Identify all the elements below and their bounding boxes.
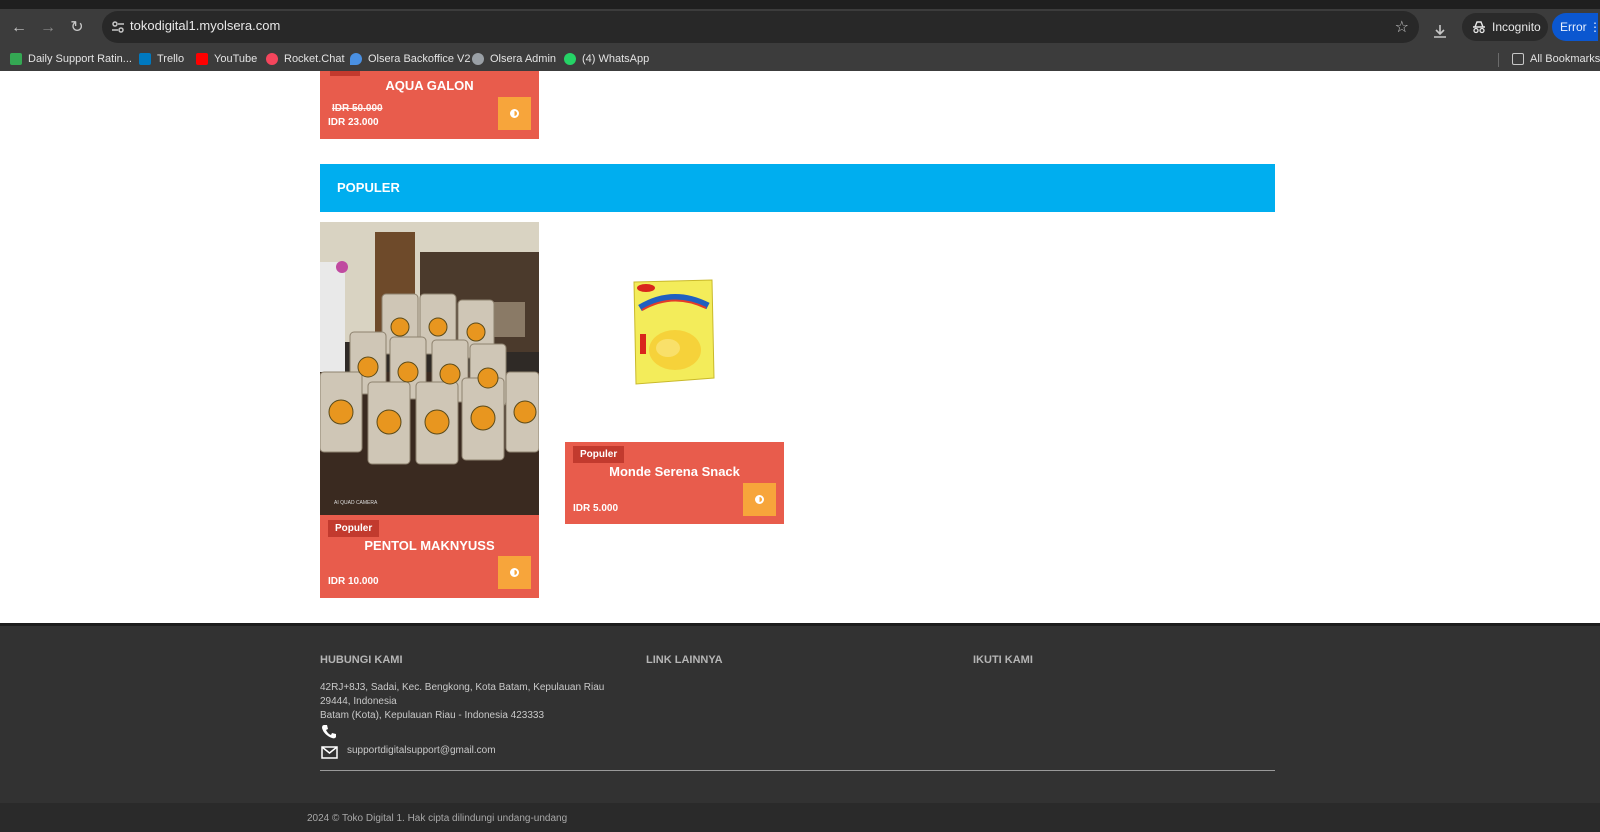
product-price: IDR 10.000 bbox=[328, 576, 379, 587]
product-title[interactable]: AQUA GALON bbox=[320, 78, 539, 93]
product-title[interactable]: PENTOL MAKNYUSS bbox=[320, 538, 539, 553]
product-price: IDR 23.000 bbox=[328, 117, 379, 128]
all-bookmarks[interactable]: All Bookmarks bbox=[1512, 51, 1600, 67]
bookmark-label: All Bookmarks bbox=[1530, 53, 1600, 65]
email-link[interactable]: supportdigitalsupport@gmail.com bbox=[347, 744, 496, 758]
reload-icon[interactable]: ↻ bbox=[68, 19, 86, 37]
cart-icon bbox=[510, 568, 519, 577]
profile-error-button[interactable]: Error ⋮ bbox=[1552, 13, 1600, 41]
address-line-1: 42RJ+8J3, Sadai, Kec. Bengkong, Kota Bat… bbox=[320, 682, 605, 693]
bookmark-label: Trello bbox=[157, 53, 185, 65]
add-to-cart-button[interactable] bbox=[498, 556, 531, 589]
whatsapp-icon bbox=[564, 53, 576, 65]
phone-icon[interactable] bbox=[321, 724, 337, 740]
bookmark-daily-support[interactable]: Daily Support Ratin... bbox=[10, 51, 132, 67]
footer-follow-title: IKUTI KAMI bbox=[973, 654, 1033, 666]
footer-links-title: LINK LAINNYA bbox=[646, 654, 723, 666]
web-page: AQUA GALON IDR 50.000 IDR 23.000 POPULER bbox=[0, 71, 1600, 832]
bookmark-star-icon[interactable]: ☆ bbox=[1395, 17, 1409, 37]
photo-watermark: AI QUAD CAMERA bbox=[334, 500, 378, 506]
address-line-2: 29444, Indonesia bbox=[320, 696, 397, 707]
bookmark-label: Olsera Backoffice V2 bbox=[368, 53, 471, 65]
copyright-bar: 2024 © Toko Digital 1. Hak cipta dilindu… bbox=[0, 803, 1600, 832]
trello-icon bbox=[139, 53, 151, 65]
folder-icon bbox=[1512, 53, 1524, 65]
incognito-indicator[interactable]: Incognito bbox=[1462, 13, 1548, 41]
product-card-pentol[interactable]: Populer PENTOL MAKNYUSS IDR 10.000 bbox=[320, 515, 539, 598]
browser-chrome: ← → ↻ tokodigital1.myolsera.com ☆ Incogn… bbox=[0, 0, 1600, 71]
address-bar[interactable]: tokodigital1.myolsera.com ☆ bbox=[102, 11, 1419, 43]
back-icon[interactable]: ← bbox=[10, 19, 28, 37]
pentol-photo bbox=[320, 222, 539, 515]
url-text[interactable]: tokodigital1.myolsera.com bbox=[130, 18, 280, 33]
bookmark-olsera-admin[interactable]: Olsera Admin bbox=[472, 51, 556, 67]
copyright-text: 2024 © Toko Digital 1. Hak cipta dilindu… bbox=[307, 813, 568, 824]
email-icon bbox=[321, 746, 338, 759]
tab-strip bbox=[0, 0, 1600, 9]
bookmark-label: Rocket.Chat bbox=[284, 53, 345, 65]
browser-toolbar: ← → ↻ tokodigital1.myolsera.com ☆ Incogn… bbox=[0, 9, 1600, 47]
bookmark-trello[interactable]: Trello bbox=[139, 51, 184, 67]
forward-icon[interactable]: → bbox=[39, 19, 57, 37]
download-icon[interactable] bbox=[1432, 23, 1448, 39]
bookmark-label: Olsera Admin bbox=[490, 53, 557, 65]
incognito-icon bbox=[1473, 21, 1485, 34]
bookmarks-bar: Daily Support Ratin... Trello YouTube Ro… bbox=[0, 47, 1600, 71]
bookmark-olsera-backoffice[interactable]: Olsera Backoffice V2 bbox=[350, 51, 471, 67]
bookmark-label: YouTube bbox=[214, 53, 258, 65]
youtube-icon bbox=[196, 53, 208, 65]
footer-divider bbox=[320, 770, 1275, 771]
site-info-icon[interactable] bbox=[110, 19, 126, 35]
cart-icon bbox=[755, 495, 764, 504]
bookmarks-divider bbox=[1498, 53, 1499, 67]
sheets-icon bbox=[10, 53, 22, 65]
product-image-pentol[interactable]: AI QUAD CAMERA bbox=[320, 222, 539, 515]
add-to-cart-button[interactable] bbox=[743, 483, 776, 516]
product-title[interactable]: Monde Serena Snack bbox=[565, 464, 784, 479]
product-image-monde-serena[interactable] bbox=[630, 278, 716, 386]
incognito-label: Incognito bbox=[1492, 20, 1541, 34]
bookmark-label: Daily Support Ratin... bbox=[28, 53, 132, 65]
menu-dots-icon[interactable]: ⋮ bbox=[1589, 13, 1600, 41]
error-label: Error bbox=[1560, 20, 1587, 34]
add-to-cart-button[interactable] bbox=[498, 97, 531, 130]
populer-badge: Populer bbox=[328, 520, 380, 537]
footer-contact-title: HUBUNGI KAMI bbox=[320, 654, 403, 666]
address-line-3: Batam (Kota), Kepulauan Riau - Indonesia… bbox=[320, 710, 545, 721]
section-header-populer: POPULER bbox=[320, 164, 1275, 212]
product-card-aqua-galon[interactable]: AQUA GALON IDR 50.000 IDR 23.000 bbox=[320, 71, 539, 139]
populer-badge: Populer bbox=[573, 446, 625, 463]
bookmark-whatsapp[interactable]: (4) WhatsApp bbox=[564, 51, 649, 67]
bookmark-rocketchat[interactable]: Rocket.Chat bbox=[266, 51, 345, 67]
bookmark-label: (4) WhatsApp bbox=[582, 53, 650, 65]
bookmark-youtube[interactable]: YouTube bbox=[196, 51, 257, 67]
product-card-monde-serena[interactable]: Populer Monde Serena Snack IDR 5.000 bbox=[565, 442, 784, 524]
product-old-price: IDR 50.000 bbox=[332, 103, 383, 114]
location-pin-icon bbox=[350, 53, 362, 65]
site-footer: HUBUNGI KAMI LINK LAINNYA IKUTI KAMI 42R… bbox=[0, 623, 1600, 803]
globe-icon bbox=[472, 53, 484, 65]
badge bbox=[330, 71, 360, 76]
cart-icon bbox=[510, 109, 519, 118]
rocketchat-icon bbox=[266, 53, 278, 65]
section-title: POPULER bbox=[337, 180, 400, 195]
product-price: IDR 5.000 bbox=[573, 503, 619, 514]
